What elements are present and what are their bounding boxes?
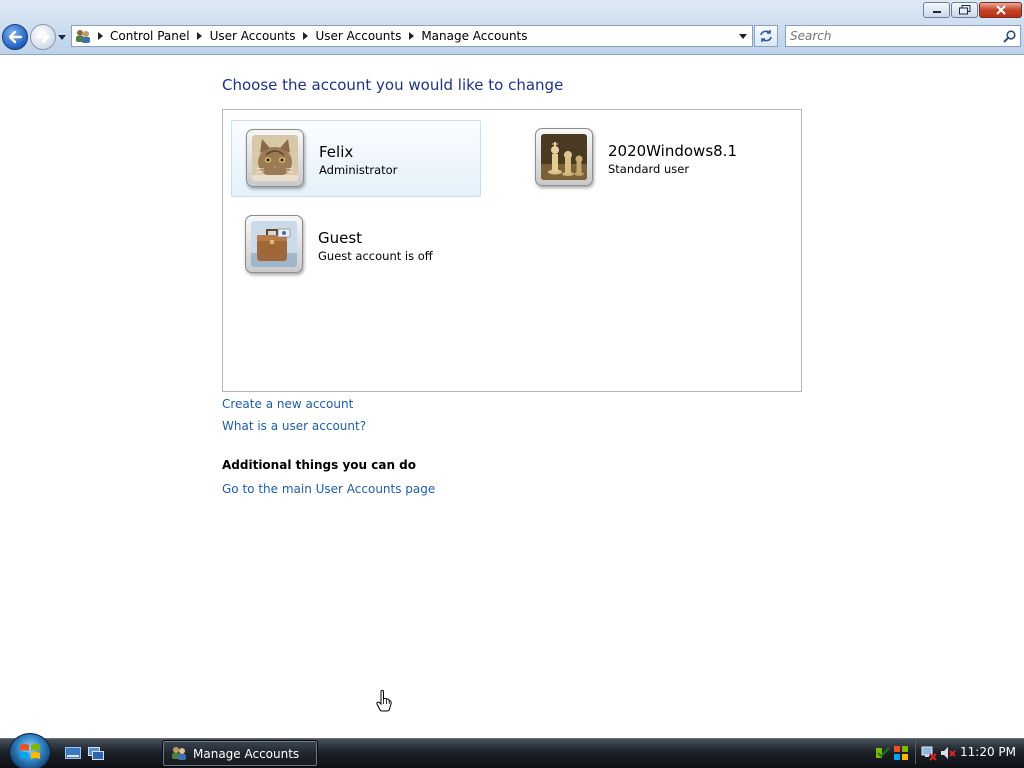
minimize-button[interactable]: [923, 2, 950, 18]
forward-arrow-icon: [35, 30, 50, 44]
main-user-accounts-link[interactable]: Go to the main User Accounts page: [222, 482, 435, 496]
breadcrumb-separator-icon[interactable]: [193, 32, 207, 40]
minimize-icon: [932, 11, 941, 13]
back-arrow-icon: [8, 30, 23, 44]
breadcrumb-separator-icon[interactable]: [93, 32, 107, 40]
windows-update-icon[interactable]: [893, 744, 909, 762]
accounts-list: Felix Administrator 2020Windows8.1 Stand…: [222, 109, 802, 392]
address-bar[interactable]: Control Panel User Accounts User Account…: [71, 25, 753, 47]
window-controls: [923, 2, 1022, 18]
address-dropdown-button[interactable]: [734, 26, 752, 46]
account-tile-guest[interactable]: Guest Guest account is off: [231, 207, 481, 284]
volume-muted-icon[interactable]: [940, 744, 956, 762]
close-icon: [995, 5, 1006, 15]
network-disconnected-icon[interactable]: [921, 744, 937, 762]
tray-separator: [915, 742, 916, 764]
breadcrumb-user-accounts[interactable]: User Accounts: [207, 29, 299, 43]
account-role: Standard user: [608, 162, 690, 176]
start-button[interactable]: [9, 733, 51, 768]
what-is-account-link[interactable]: What is a user account?: [222, 419, 366, 433]
refresh-icon: [760, 30, 772, 42]
account-name: 2020Windows8.1: [608, 142, 737, 160]
account-tile-2020windows[interactable]: 2020Windows8.1 Standard user: [521, 120, 771, 197]
refresh-button[interactable]: [754, 25, 778, 47]
users-icon: [75, 28, 93, 44]
additional-things-heading: Additional things you can do: [222, 458, 417, 472]
switch-windows-icon[interactable]: [87, 745, 105, 761]
restore-icon: [958, 5, 970, 15]
breadcrumb-separator-icon[interactable]: [298, 32, 312, 40]
recent-pages-dropdown[interactable]: [57, 32, 67, 42]
account-picture-frame: [535, 128, 593, 186]
breadcrumb-user-accounts-sub[interactable]: User Accounts: [312, 29, 404, 43]
chevron-down-icon: [58, 34, 66, 40]
windows-logo-icon: [20, 744, 40, 759]
breadcrumb-separator-icon[interactable]: [404, 32, 418, 40]
forward-button[interactable]: [30, 24, 56, 50]
account-picture-frame: [246, 129, 304, 187]
chess-picture: [541, 134, 587, 180]
taskbar-button-manage-accounts[interactable]: Manage Accounts: [162, 740, 318, 767]
account-tile-felix[interactable]: Felix Administrator: [231, 120, 481, 197]
account-role: Administrator: [319, 163, 398, 177]
account-role: Guest account is off: [318, 249, 433, 263]
account-name: Felix: [319, 143, 354, 161]
breadcrumb-manage-accounts[interactable]: Manage Accounts: [418, 29, 530, 43]
briefcase-picture: [251, 221, 297, 267]
search-icon[interactable]: [1000, 27, 1018, 45]
account-picture-frame: [245, 215, 303, 273]
hand-cursor-icon: [376, 690, 392, 715]
close-button[interactable]: [979, 2, 1022, 18]
security-center-icon[interactable]: [875, 744, 891, 762]
breadcrumb-control-panel[interactable]: Control Panel: [107, 29, 193, 43]
show-desktop-icon[interactable]: [64, 745, 82, 761]
search-input[interactable]: [786, 27, 1000, 45]
create-account-link[interactable]: Create a new account: [222, 397, 353, 411]
search-box[interactable]: [785, 25, 1021, 47]
account-name: Guest: [318, 229, 363, 247]
cat-picture: [252, 135, 298, 181]
taskbar-button-label: Manage Accounts: [193, 746, 300, 761]
users-icon: [172, 747, 186, 760]
back-button[interactable]: [2, 24, 28, 50]
navigation-bar: Control Panel User Accounts User Account…: [0, 0, 1024, 55]
system-clock[interactable]: 11:20 PM: [960, 745, 1016, 759]
maximize-button[interactable]: [951, 2, 978, 18]
page-title: Choose the account you would like to cha…: [222, 76, 564, 94]
taskbar: [0, 738, 1024, 768]
chevron-down-icon: [739, 33, 747, 39]
